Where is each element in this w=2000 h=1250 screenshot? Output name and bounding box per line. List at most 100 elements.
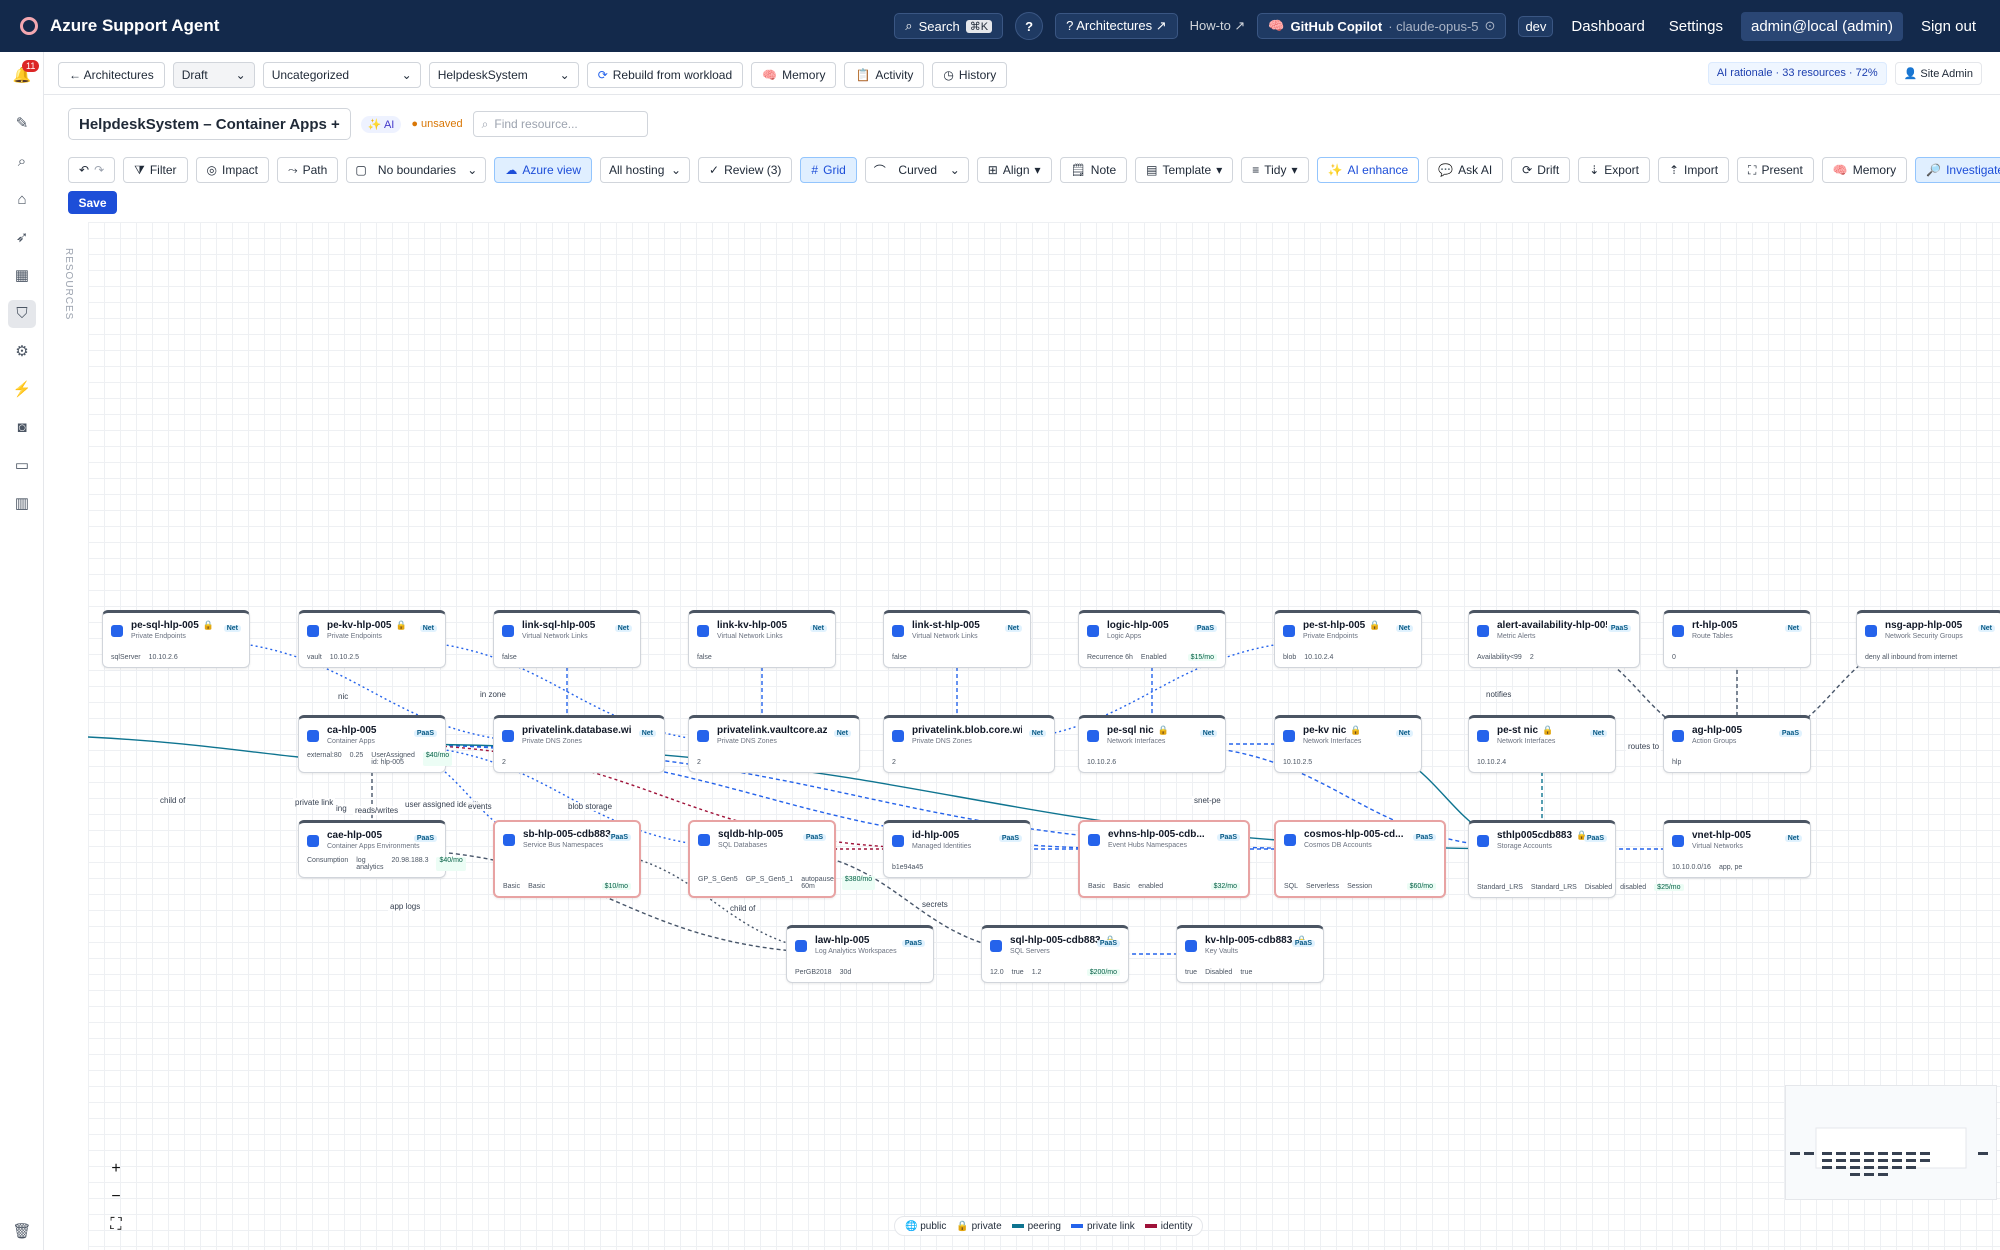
nav-settings[interactable]: Settings — [1663, 14, 1729, 39]
signout-button[interactable]: Sign out — [1915, 14, 1982, 39]
monitor-icon[interactable]: ▭ — [12, 456, 32, 476]
review-button[interactable]: ✓ Review (3) — [698, 157, 793, 183]
resource-node[interactable]: law-hlp-005 Log Analytics Workspaces PaaS P… — [786, 925, 934, 983]
search-icon[interactable]: ⌕ — [12, 152, 32, 172]
back-to-architectures-button[interactable]: ← Architectures — [58, 62, 165, 88]
resource-node[interactable]: privatelink.vaultcore.azu... Private DNS … — [688, 715, 860, 773]
memory-button[interactable]: 🧠 Memory — [751, 62, 837, 88]
filter-button[interactable]: ⧩ Filter — [123, 157, 188, 183]
grid-icon[interactable]: ▦ — [12, 266, 32, 286]
site-admin-button[interactable]: 👤 Site Admin — [1894, 62, 1982, 85]
activity-button[interactable]: 📋 Activity — [844, 62, 925, 88]
ai-enhance-button[interactable]: ✨ AI enhance — [1316, 157, 1420, 183]
resource-node[interactable]: link-kv-hlp-005 Virtual Network Links Net f… — [688, 610, 836, 668]
resource-node[interactable]: privatelink.database.win... Private DNS Z… — [493, 715, 665, 773]
help-button[interactable]: ? — [1015, 12, 1044, 40]
edge-style-select[interactable]: ⌒ Curved ⌄ — [864, 157, 969, 183]
resource-node[interactable]: sqldb-hlp-005 SQL Databases PaaS GP_S_Gen5 G… — [688, 820, 876, 898]
redo-icon[interactable]: ↷ — [94, 163, 104, 177]
user-menu[interactable]: admin@local (admin) — [1741, 11, 1903, 41]
resource-node[interactable]: privatelink.blob.core.win... Private DNS … — [883, 715, 1055, 773]
resource-node[interactable]: logic-hlp-005 Logic Apps PaaS Recurrence 6h… — [1078, 610, 1226, 668]
grid-toggle[interactable]: # Grid — [800, 157, 857, 183]
rebuild-button[interactable]: ⟳ Rebuild from workload — [586, 62, 744, 88]
resources-panel-toggle[interactable]: RESOURCES — [63, 248, 74, 320]
home-icon[interactable]: ⌂ — [12, 190, 32, 210]
align-button[interactable]: ⊞ Align ▾ — [976, 157, 1052, 183]
copilot-button[interactable]: 🧠 GitHub Copilot · claude-opus-5 ⊙ — [1257, 13, 1507, 39]
present-button[interactable]: ⛶ Present — [1737, 157, 1814, 183]
system-select[interactable]: HelpdeskSystem ⌄ — [428, 62, 579, 88]
shield-icon[interactable]: ⛉ — [8, 300, 36, 328]
ask-ai-button[interactable]: 💬 Ask AI — [1427, 157, 1504, 183]
resource-node[interactable]: link-sql-hlp-005 Virtual Network Links Net… — [493, 610, 641, 668]
history-button[interactable]: ◷ History — [932, 62, 1008, 88]
trash-icon[interactable]: 🗑 — [12, 1222, 32, 1242]
rocket-icon[interactable]: ➶ — [12, 228, 32, 248]
zoom-out-button[interactable]: − — [104, 1188, 128, 1208]
zoom-in-button[interactable]: + — [104, 1160, 128, 1180]
resource-node[interactable]: rt-hlp-005 Route Tables Net 0 — [1663, 610, 1811, 668]
status-select[interactable]: Draft ⌄ — [172, 62, 255, 88]
bot-icon[interactable]: ◙ — [12, 418, 32, 438]
resource-node[interactable]: pe-sql-hlp-005 🔒 Private Endpoints Net sqlSe… — [102, 610, 250, 668]
template-button[interactable]: ▤ Template ▾ — [1135, 157, 1234, 183]
resource-node[interactable]: id-hlp-005 Managed Identities PaaS b1e94a45 — [883, 820, 1031, 878]
resource-prop: 2 — [1529, 654, 1534, 661]
resource-node[interactable]: vnet-hlp-005 Virtual Networks Net 10.10.0.0… — [1663, 820, 1811, 878]
architectures-link[interactable]: ? Architectures ↗ — [1055, 13, 1178, 39]
azure-view-button[interactable]: ☁ Azure view — [494, 157, 592, 183]
resource-node[interactable]: kv-hlp-005-cdb883🔒Key VaultsPaaStrueDisa… — [1176, 925, 1324, 983]
ai-rationale-badge[interactable]: AI rationale · 33 resources · 72% — [1707, 62, 1887, 85]
resource-node[interactable]: pe-kv nic 🔒 Network Interfaces Net 10.10.2.5 — [1274, 715, 1422, 773]
note-button[interactable]: 🗒 Note — [1059, 157, 1128, 183]
chart-icon[interactable]: ▥ — [12, 494, 32, 514]
resource-node[interactable]: sthlp005cdb883 🔒 Storage Accounts PaaS Stand… — [1468, 820, 1684, 898]
path-button[interactable]: ⤳ Path — [277, 157, 339, 183]
find-resource-input[interactable]: ⌕ Find resource... — [472, 111, 648, 137]
resource-node[interactable]: pe-st-hlp-005 🔒 Private Endpoints Net blob 10… — [1274, 610, 1422, 668]
resource-node[interactable]: pe-st nic 🔒 Network Interfaces Net 10.10.2.4 — [1468, 715, 1616, 773]
memory-toolbar-button[interactable]: 🧠 Memory — [1821, 157, 1908, 183]
resource-node[interactable]: sql-hlp-005-cdb883🔒SQL ServersPaaS12.0tr… — [981, 925, 1129, 983]
search-button[interactable]: ⌕ Search ⌘K — [894, 13, 1004, 39]
resource-node[interactable]: ca-hlp-005 Container Apps PaaS external:80 0… — [298, 715, 453, 773]
edge[interactable] — [88, 736, 299, 758]
resource-node[interactable]: link-st-hlp-005 Virtual Network Links Net f… — [883, 610, 1031, 668]
resource-node[interactable]: pe-sql nic 🔒 Network Interfaces Net 10.10.2.… — [1078, 715, 1226, 773]
drift-button[interactable]: ⟳ Drift — [1511, 157, 1571, 183]
diagram-title[interactable]: HelpdeskSystem – Container Apps + — [68, 108, 351, 140]
hosting-select[interactable]: All hosting ⌄ — [600, 157, 690, 183]
brand[interactable]: Azure Support Agent — [20, 16, 219, 36]
undo-redo[interactable]: ↶ ↷ — [68, 157, 116, 183]
resource-icon — [1087, 625, 1099, 637]
import-button[interactable]: ⇡ Import — [1657, 157, 1730, 183]
tidy-button[interactable]: ≡ Tidy ▾ — [1241, 157, 1309, 183]
gear-icon[interactable]: ⚙ — [12, 342, 32, 362]
minimap[interactable] — [1785, 1085, 1997, 1200]
impact-button[interactable]: ◎ Impact — [195, 157, 270, 183]
nav-dashboard[interactable]: Dashboard — [1565, 14, 1650, 39]
resource-node[interactable]: evhns-hlp-005-cdb... Event Hubs Namespace… — [1078, 820, 1250, 898]
howto-link[interactable]: How-to ↗ — [1190, 18, 1246, 34]
undo-icon[interactable]: ↶ — [79, 163, 89, 177]
resource-node[interactable]: cosmos-hlp-005-cd... Cosmos DB Accounts Pa… — [1274, 820, 1446, 898]
app-title: Azure Support Agent — [50, 16, 220, 35]
resource-node[interactable]: alert-availability-hlp-005 Metric Alerts P… — [1468, 610, 1640, 668]
save-button[interactable]: Save — [68, 191, 117, 214]
investigate-button[interactable]: 🔎 Investigate — [1915, 157, 2000, 183]
fit-view-icon[interactable]: ⛶ — [104, 1216, 128, 1236]
tier-badge: Net — [1784, 625, 1802, 632]
resource-node[interactable]: nsg-app-hlp-005 Network Security Groups Ne… — [1856, 610, 2000, 668]
resource-props: 10.10.2.5 — [1283, 759, 1413, 766]
resource-node[interactable]: pe-kv-hlp-005 🔒 Private Endpoints Net vault 1… — [298, 610, 446, 668]
resource-node[interactable]: cae-hlp-005 Container Apps Environments Pa… — [298, 820, 466, 878]
bolt-icon[interactable]: ⚡ — [12, 380, 32, 400]
resource-node[interactable]: ag-hlp-005 Action Groups PaaS hlp — [1663, 715, 1811, 773]
category-select[interactable]: Uncategorized ⌄ — [262, 62, 421, 88]
diagram-canvas[interactable]: pe-sql-hlp-005 🔒 Private Endpoints Net sqlSe… — [88, 222, 2000, 1250]
boundaries-select[interactable]: ▢ No boundaries ⌄ — [346, 157, 487, 183]
resource-node[interactable]: sb-hlp-005-cdb883 Service Bus Namespaces P… — [493, 820, 641, 898]
export-button[interactable]: ⇣ Export — [1578, 157, 1650, 183]
edit-icon[interactable]: ✎ — [12, 114, 32, 134]
